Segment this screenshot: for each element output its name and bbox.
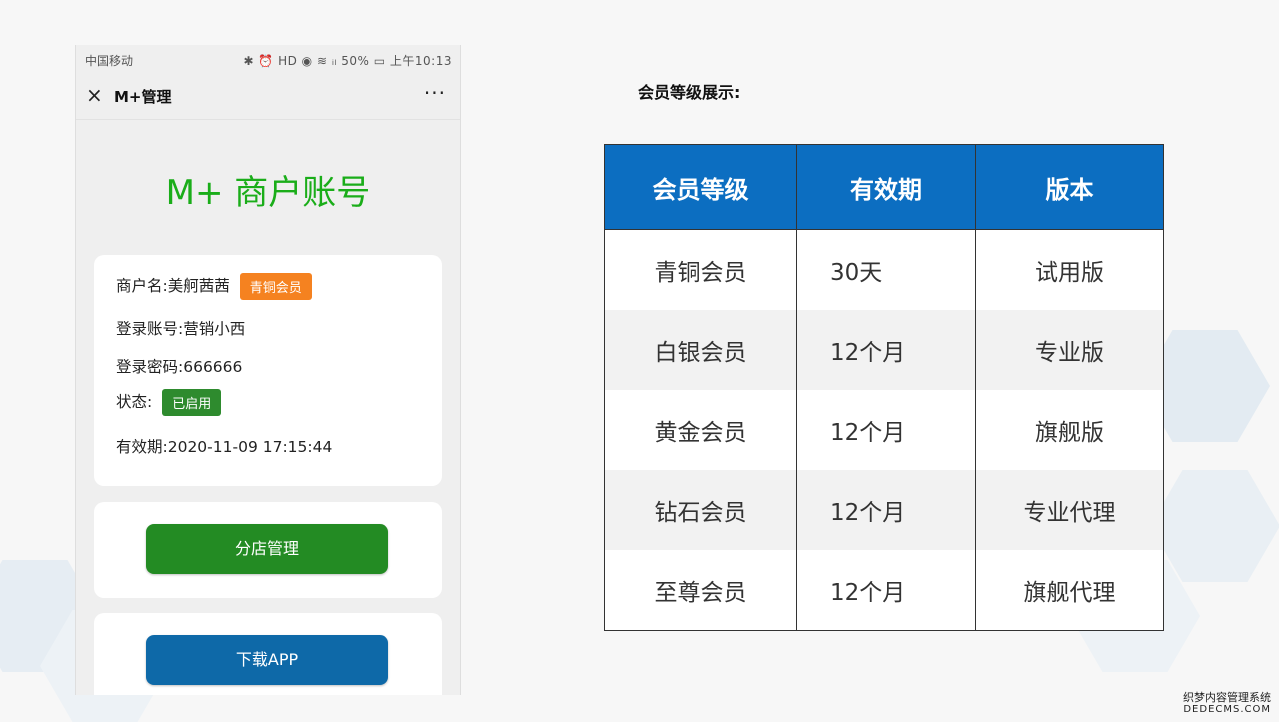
cell-validity: 12个月 xyxy=(796,310,976,390)
table-row: 钻石会员 12个月 专业代理 xyxy=(604,470,1164,550)
status-badge: 已启用 xyxy=(162,389,222,416)
page-title: M+ 商户账号 xyxy=(165,173,371,213)
member-levels-table: 会员等级 有效期 版本 青铜会员 30天 试用版 白银会员 12个月 专业版 黄… xyxy=(604,144,1164,631)
branch-manage-button[interactable]: 分店管理 xyxy=(146,524,388,574)
watermark-line2: DEDECMS.COM xyxy=(1183,704,1271,715)
member-level-badge: 青铜会员 xyxy=(239,273,312,300)
table-row: 至尊会员 12个月 旗舰代理 xyxy=(604,550,1164,631)
cell-validity: 12个月 xyxy=(796,390,976,470)
table-row: 黄金会员 12个月 旗舰版 xyxy=(604,390,1164,470)
cell-version: 试用版 xyxy=(975,229,1164,310)
cell-version: 专业代理 xyxy=(975,470,1164,550)
status-label: 状态: xyxy=(116,393,153,411)
cell-version: 旗舰版 xyxy=(975,390,1164,470)
more-icon[interactable]: ··· xyxy=(424,81,446,105)
watermark: 织梦内容管理系统 DEDECMS.COM xyxy=(1183,692,1271,715)
branch-card: 分店管理 xyxy=(94,502,442,598)
merchant-name: 商户名:美舸茜茜 xyxy=(116,277,230,295)
cell-level: 白银会员 xyxy=(604,310,797,390)
cell-version: 专业版 xyxy=(975,310,1164,390)
header-validity: 有效期 xyxy=(796,144,976,230)
merchant-info-card: 商户名:美舸茜茜 青铜会员 登录账号:营销小西 登录密码:666666 状态: 已启… xyxy=(94,255,442,486)
login-account: 登录账号:营销小西 xyxy=(116,320,246,338)
cell-level: 钻石会员 xyxy=(604,470,797,550)
close-icon[interactable]: × xyxy=(86,83,103,107)
header-version: 版本 xyxy=(975,144,1164,230)
cell-validity: 12个月 xyxy=(796,470,976,550)
phone-screen: 中国移动 ✱ ⏰ HD ◉ ≋ ᵢₗ 50% ▭ 上午10:13 × M+管理 … xyxy=(75,45,461,695)
nav-title: M+管理 xyxy=(114,88,172,106)
watermark-line1: 织梦内容管理系统 xyxy=(1183,691,1271,704)
nav-bar: × M+管理 ··· xyxy=(76,73,460,120)
cell-validity: 30天 xyxy=(796,229,976,310)
login-password: 登录密码:666666 xyxy=(116,358,243,376)
cell-validity: 12个月 xyxy=(796,550,976,631)
status-row: 状态: 已启用 xyxy=(116,389,222,416)
table-row: 青铜会员 30天 试用版 xyxy=(604,229,1164,310)
expiry-date: 有效期:2020-11-09 17:15:44 xyxy=(116,438,333,456)
status-indicators: ✱ ⏰ HD ◉ ≋ ᵢₗ 50% ▭ 上午10:13 xyxy=(243,54,452,68)
merchant-name-row: 商户名:美舸茜茜 青铜会员 xyxy=(116,273,312,300)
download-card: 下载APP xyxy=(94,613,442,695)
cell-level: 至尊会员 xyxy=(604,550,797,631)
download-app-button[interactable]: 下载APP xyxy=(146,635,388,685)
table-row: 白银会员 12个月 专业版 xyxy=(604,310,1164,390)
status-bar: 中国移动 ✱ ⏰ HD ◉ ≋ ᵢₗ 50% ▭ 上午10:13 xyxy=(76,45,460,73)
cell-level: 黄金会员 xyxy=(604,390,797,470)
section-title: 会员等级展示: xyxy=(638,83,741,102)
header-level: 会员等级 xyxy=(604,144,797,230)
cell-version: 旗舰代理 xyxy=(975,550,1164,631)
cell-level: 青铜会员 xyxy=(604,229,797,310)
table-header-row: 会员等级 有效期 版本 xyxy=(604,144,1164,230)
carrier-name: 中国移动 xyxy=(85,54,134,68)
